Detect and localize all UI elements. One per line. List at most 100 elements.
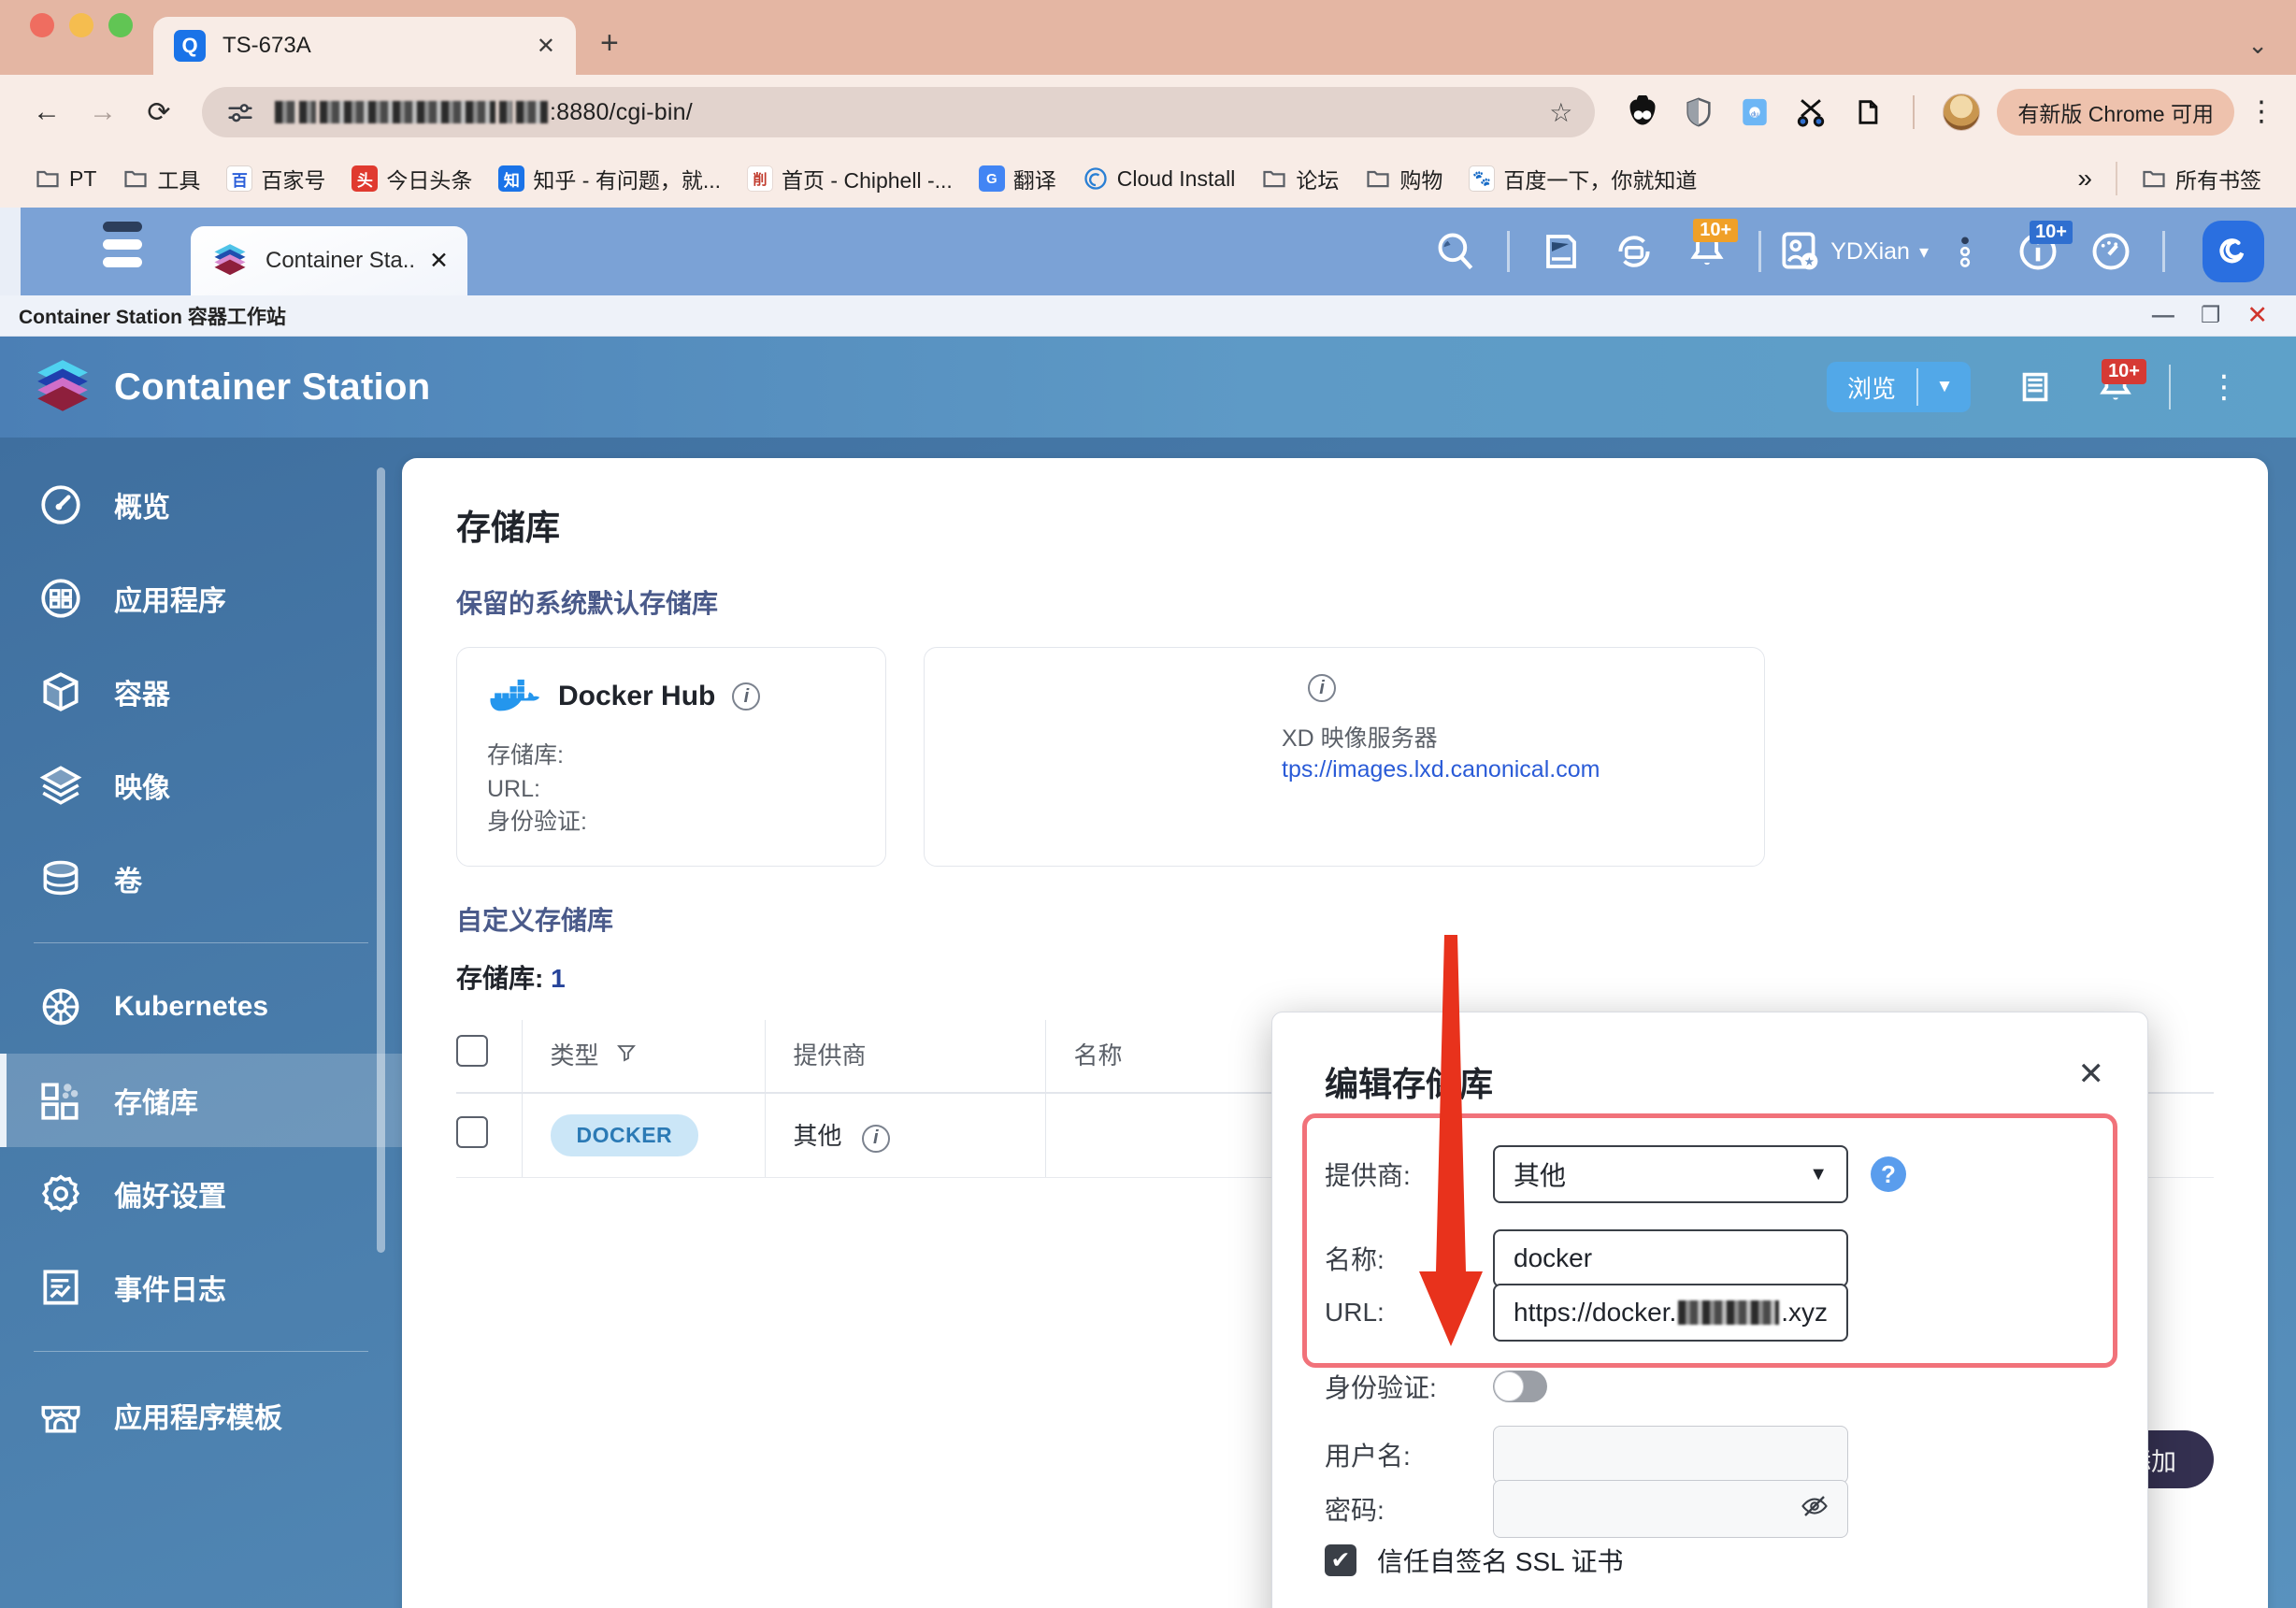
sidebar-label: 容器 xyxy=(114,671,170,712)
address-bar[interactable]: :8880/cgi-bin/ ☆ xyxy=(202,87,1595,137)
bookmark-item[interactable]: G 翻译 xyxy=(969,157,1067,200)
bookmark-item[interactable]: 知 知乎 - 有问题，就... xyxy=(488,157,731,200)
extension-scissors-icon[interactable] xyxy=(1793,94,1829,130)
qnap-backup-sync-icon[interactable] xyxy=(1598,223,1671,280)
extension-panda-icon[interactable] xyxy=(1625,94,1660,130)
qnap-more-icon[interactable] xyxy=(1929,223,2002,280)
extension-clipboard-icon[interactable] xyxy=(1849,94,1885,130)
sidebar-item-kubernetes[interactable]: Kubernetes xyxy=(0,960,402,1054)
bookmarks-overflow-icon[interactable]: » xyxy=(2067,158,2102,199)
chevron-down-icon: ▾ xyxy=(1919,240,1929,264)
reload-icon[interactable]: ⟳ xyxy=(133,86,185,138)
info-icon[interactable]: i xyxy=(732,682,760,711)
app-notification-badge: 10+ xyxy=(2102,359,2146,384)
svg-text:★: ★ xyxy=(1804,255,1815,268)
qnap-resource-monitor-icon[interactable] xyxy=(1525,223,1598,280)
all-bookmarks-button[interactable]: 所有书签 xyxy=(2131,157,2272,200)
dialog-close-icon[interactable]: ✕ xyxy=(2078,1055,2105,1093)
chrome-update-button[interactable]: 有新版 Chrome 可用 xyxy=(1997,89,2234,136)
svg-text:du: du xyxy=(1751,110,1758,118)
chrome-menu-icon[interactable]: ⋮ xyxy=(2247,104,2275,121)
sidebar-item-applications[interactable]: 应用程序 xyxy=(0,552,402,645)
bookmark-star-icon[interactable]: ☆ xyxy=(1549,97,1572,128)
ssl-checkbox-row[interactable]: ✔ 信任自签名 SSL 证书 xyxy=(1325,1542,1623,1579)
select-all-checkbox[interactable] xyxy=(456,1035,488,1067)
auth-toggle[interactable] xyxy=(1493,1371,1547,1402)
qnap-mycloud-icon[interactable] xyxy=(2203,221,2264,282)
column-type[interactable]: 类型 xyxy=(522,1020,765,1093)
qnap-notifications-icon[interactable]: 10+ xyxy=(1671,223,1744,280)
qnap-search-icon[interactable] xyxy=(1419,223,1492,280)
sidebar-item-images[interactable]: 映像 xyxy=(0,739,402,832)
forward-icon[interactable]: → xyxy=(77,86,129,138)
column-label: 名称 xyxy=(1074,1041,1123,1070)
extension-bitwarden-icon[interactable]: du xyxy=(1737,94,1772,130)
sidebar-scrollbar[interactable] xyxy=(377,467,385,1253)
bookmark-item[interactable]: 购物 xyxy=(1355,157,1453,200)
tab-list-chevron-down-icon[interactable]: ⌄ xyxy=(2247,31,2268,60)
qnap-main-menu-icon[interactable] xyxy=(103,222,142,275)
resource-monitor-icon[interactable] xyxy=(1995,357,2075,417)
sidebar-item-preferences[interactable]: 偏好设置 xyxy=(0,1147,402,1241)
folder-icon xyxy=(35,165,61,192)
bookmark-item[interactable]: 头 今日头条 xyxy=(341,157,482,200)
tab-close-icon[interactable]: ✕ xyxy=(537,33,555,60)
bookmark-item[interactable]: 削 首页 - Chiphell -... xyxy=(737,157,963,200)
profile-avatar[interactable] xyxy=(1943,93,1980,131)
bookmark-item[interactable]: 论坛 xyxy=(1251,157,1349,200)
repo-card-link[interactable]: tps://images.lxd.canonical.com xyxy=(1282,756,1734,783)
repo-count-value: 1 xyxy=(551,964,566,993)
auth-field-row: 身份验证: xyxy=(1325,1368,1547,1405)
browser-tab[interactable]: Q TS-673A ✕ xyxy=(153,17,576,75)
sidebar-item-containers[interactable]: 容器 xyxy=(0,645,402,739)
bookmark-label: 今日头条 xyxy=(386,163,472,194)
provider-field-row: 提供商: 其他 ▼ ? xyxy=(1325,1145,1906,1203)
qnap-info-icon[interactable]: 10+ xyxy=(2002,223,2074,280)
sidebar-item-registry[interactable]: 存储库 xyxy=(0,1054,402,1147)
window-close-button[interactable] xyxy=(30,13,54,37)
site-settings-icon[interactable] xyxy=(224,96,256,128)
url-input[interactable]: https://docker. .xyz xyxy=(1493,1284,1848,1342)
password-input[interactable] xyxy=(1493,1480,1848,1538)
browse-button[interactable]: 浏览 ▼ xyxy=(1827,362,1971,412)
app-notifications-icon[interactable]: 10+ xyxy=(2075,357,2156,417)
bookmark-item[interactable]: 🐾 百度一下，你就知道 xyxy=(1458,157,1707,200)
sidebar-item-volumes[interactable]: 卷 xyxy=(0,832,402,926)
sidebar-item-app-templates[interactable]: 应用程序模板 xyxy=(0,1369,402,1462)
bookmark-item[interactable]: PT xyxy=(24,160,107,197)
chevron-down-icon[interactable]: ▼ xyxy=(1918,377,1971,397)
provider-select[interactable]: 其他 ▼ xyxy=(1493,1145,1848,1203)
window-restore-icon[interactable]: ❐ xyxy=(2201,302,2221,329)
username-label: 用户名: xyxy=(1325,1436,1493,1473)
new-tab-icon[interactable]: + xyxy=(600,25,619,75)
sidebar-item-event-log[interactable]: 事件日志 xyxy=(0,1241,402,1334)
username-input[interactable] xyxy=(1493,1426,1848,1484)
bookmark-item[interactable]: 工具 xyxy=(112,157,210,200)
ssl-checkbox[interactable]: ✔ xyxy=(1325,1544,1356,1576)
window-close-icon[interactable]: ✕ xyxy=(2246,301,2268,330)
back-icon[interactable]: ← xyxy=(21,86,73,138)
extension-shield-icon[interactable] xyxy=(1681,94,1716,130)
info-icon[interactable]: i xyxy=(1308,674,1336,702)
window-maximize-button[interactable] xyxy=(108,13,133,37)
filter-icon[interactable] xyxy=(615,1041,638,1064)
cube-icon xyxy=(36,667,86,717)
qnap-user-menu[interactable]: ★ YDXian ▾ xyxy=(1776,223,1929,280)
app-more-icon[interactable]: ⋮ xyxy=(2184,357,2264,417)
qnap-dashboard-icon[interactable] xyxy=(2074,223,2147,280)
qnap-app-taskbar-tab[interactable]: Container Sta... ✕ xyxy=(191,226,467,295)
qnap-app-tab-close-icon[interactable]: ✕ xyxy=(429,247,449,275)
bookmark-item[interactable]: 百 百家号 xyxy=(216,157,336,200)
name-input[interactable]: docker xyxy=(1493,1229,1848,1287)
bookmark-item[interactable]: Cloud Install xyxy=(1072,160,1246,197)
window-minimize-icon[interactable]: — xyxy=(2152,303,2174,329)
folder-icon xyxy=(122,165,149,192)
window-minimize-button[interactable] xyxy=(69,13,93,37)
info-icon[interactable]: i xyxy=(862,1125,890,1153)
row-checkbox[interactable] xyxy=(456,1116,488,1148)
eye-off-icon[interactable] xyxy=(1801,1492,1829,1527)
sidebar-item-overview[interactable]: 概览 xyxy=(0,458,402,552)
repo-card-lxd[interactable]: i XD 映像服务器 tps://images.lxd.canonical.co… xyxy=(924,647,1765,867)
help-icon[interactable]: ? xyxy=(1871,1156,1906,1192)
repo-card-docker-hub[interactable]: Docker Hub i 存储库: URL: 身份验证: xyxy=(456,647,886,867)
